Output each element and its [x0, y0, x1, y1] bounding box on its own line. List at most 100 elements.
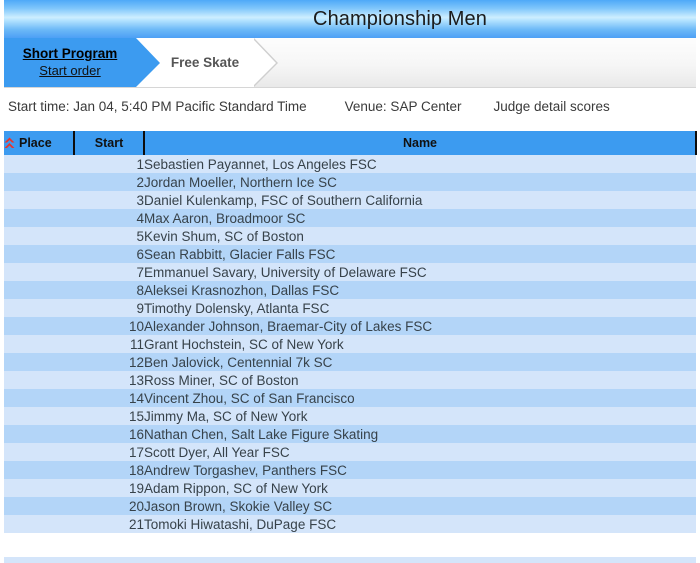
table-row[interactable]: 3 Daniel Kulenkamp, FSC of Southern Calif…: [4, 191, 696, 209]
sort-ascending-icon[interactable]: [4, 137, 15, 150]
table-row[interactable]: 9 Timothy Dolensky, Atlanta FSC: [4, 299, 696, 317]
table-row[interactable]: 15 Jimmy Ma, SC of New York: [4, 407, 696, 425]
cell-name: Andrew Torgashev, Panthers FSC: [144, 461, 696, 479]
cell-start: 14: [74, 389, 144, 407]
cell-start: 21: [74, 515, 144, 533]
table-row[interactable]: 7 Emmanuel Savary, University of Delaware…: [4, 263, 696, 281]
cell-start: 9: [74, 299, 144, 317]
table-row[interactable]: 17 Scott Dyer, All Year FSC: [4, 443, 696, 461]
tab-short-program-label[interactable]: Short Program: [23, 45, 118, 62]
cell-start: 20: [74, 497, 144, 515]
cell-place: [4, 407, 74, 425]
cell-place: [4, 443, 74, 461]
cell-start: 15: [74, 407, 144, 425]
cell-name: Kevin Shum, SC of Boston: [144, 227, 696, 245]
cell-name: Scott Dyer, All Year FSC: [144, 443, 696, 461]
cell-start: 2: [74, 173, 144, 191]
table-body: 1 Sebastien Payannet, Los Angeles FSC 2 Jor…: [4, 155, 696, 533]
table-row[interactable]: 4 Max Aaron, Broadmoor SC: [4, 209, 696, 227]
cell-place: [4, 263, 74, 281]
cell-name: Alexander Johnson, Braemar-City of Lakes…: [144, 317, 696, 335]
cell-name: Aleksei Krasnozhon, Dallas FSC: [144, 281, 696, 299]
cell-place: [4, 227, 74, 245]
cell-place: [4, 299, 74, 317]
cell-place: [4, 335, 74, 353]
table-row[interactable]: 1 Sebastien Payannet, Los Angeles FSC: [4, 155, 696, 173]
cell-start: 17: [74, 443, 144, 461]
table-row[interactable]: 16 Nathan Chen, Salt Lake Figure Skating: [4, 425, 696, 443]
start-order-table: Place Start Name 1 Sebastien Payannet, Lo…: [4, 131, 697, 533]
table-row[interactable]: 19 Adam Rippon, SC of New York: [4, 479, 696, 497]
cell-start: 1: [74, 155, 144, 173]
table-row[interactable]: 6 Sean Rabbitt, Glacier Falls FSC: [4, 245, 696, 263]
table-header-row: Place Start Name: [4, 131, 697, 155]
results-page: Championship Men Short Program Start ord…: [0, 0, 700, 563]
cell-place: [4, 515, 74, 533]
table-row[interactable]: 10 Alexander Johnson, Braemar-City of Lak…: [4, 317, 696, 335]
column-header-place[interactable]: Place: [4, 131, 75, 155]
cell-place: [4, 353, 74, 371]
judge-detail-scores-link[interactable]: Judge detail scores: [493, 99, 609, 114]
cell-place: [4, 209, 74, 227]
column-header-start-label: Start: [94, 136, 124, 150]
column-header-start[interactable]: Start: [74, 131, 145, 155]
cell-name: Sean Rabbitt, Glacier Falls FSC: [144, 245, 696, 263]
cell-start: 16: [74, 425, 144, 443]
cell-start: 18: [74, 461, 144, 479]
cell-place: [4, 461, 74, 479]
cell-start: 10: [74, 317, 144, 335]
table-row[interactable]: 13 Ross Miner, SC of Boston: [4, 371, 696, 389]
column-header-name-label: Name: [402, 136, 438, 150]
cell-start: 8: [74, 281, 144, 299]
table-row[interactable]: 20 Jason Brown, Skokie Valley SC: [4, 497, 696, 515]
cell-name: Nathan Chen, Salt Lake Figure Skating: [144, 425, 696, 443]
cell-place: [4, 245, 74, 263]
table-row[interactable]: 12 Ben Jalovick, Centennial 7k SC: [4, 353, 696, 371]
cell-name: Adam Rippon, SC of New York: [144, 479, 696, 497]
table-row[interactable]: 18 Andrew Torgashev, Panthers FSC: [4, 461, 696, 479]
page-title: Championship Men: [313, 7, 487, 30]
cell-start: 3: [74, 191, 144, 209]
cell-place: [4, 317, 74, 335]
cell-start: 11: [74, 335, 144, 353]
cell-name: Ross Miner, SC of Boston: [144, 371, 696, 389]
column-header-place-label: Place: [19, 136, 52, 150]
table-header: Place Start Name: [4, 131, 697, 155]
cell-place: [4, 155, 74, 173]
cell-start: 12: [74, 353, 144, 371]
event-info-row: Start time: Jan 04, 5:40 PM Pacific Stan…: [4, 89, 696, 123]
cell-start: 7: [74, 263, 144, 281]
cell-place: [4, 371, 74, 389]
tab-free-skate-label[interactable]: Free Skate: [171, 54, 239, 71]
cell-name: Emmanuel Savary, University of Delaware …: [144, 263, 696, 281]
tab-short-program-sublabel[interactable]: Start order: [39, 62, 100, 80]
cell-name: Ben Jalovick, Centennial 7k SC: [144, 353, 696, 371]
table-row[interactable]: 5 Kevin Shum, SC of Boston: [4, 227, 696, 245]
cell-start: 4: [74, 209, 144, 227]
tab-strip: Short Program Start order Free Skate: [4, 38, 696, 88]
cell-name: Jason Brown, Skokie Valley SC: [144, 497, 696, 515]
table-row[interactable]: 2 Jordan Moeller, Northern Ice SC: [4, 173, 696, 191]
cell-place: [4, 281, 74, 299]
tab-short-program[interactable]: Short Program Start order: [4, 38, 160, 87]
venue-text: Venue: SAP Center: [344, 98, 462, 114]
cell-place: [4, 479, 74, 497]
table-row[interactable]: 21 Tomoki Hiwatashi, DuPage FSC: [4, 515, 696, 533]
table-row[interactable]: 14 Vincent Zhou, SC of San Francisco: [4, 389, 696, 407]
cell-name: Sebastien Payannet, Los Angeles FSC: [144, 155, 696, 173]
cell-place: [4, 497, 74, 515]
cell-place: [4, 389, 74, 407]
cell-place: [4, 425, 74, 443]
cell-name: Jimmy Ma, SC of New York: [144, 407, 696, 425]
column-header-name[interactable]: Name: [144, 131, 697, 155]
start-time-text: Start time: Jan 04, 5:40 PM Pacific Stan…: [8, 98, 307, 114]
cell-name: Timothy Dolensky, Atlanta FSC: [144, 299, 696, 317]
table-row[interactable]: 8 Aleksei Krasnozhon, Dallas FSC: [4, 281, 696, 299]
table-row[interactable]: 11 Grant Hochstein, SC of New York: [4, 335, 696, 353]
cell-name: Jordan Moeller, Northern Ice SC: [144, 173, 696, 191]
cell-start: 13: [74, 371, 144, 389]
cell-name: Tomoki Hiwatashi, DuPage FSC: [144, 515, 696, 533]
cell-name: Vincent Zhou, SC of San Francisco: [144, 389, 696, 407]
cell-place: [4, 173, 74, 191]
cell-name: Max Aaron, Broadmoor SC: [144, 209, 696, 227]
